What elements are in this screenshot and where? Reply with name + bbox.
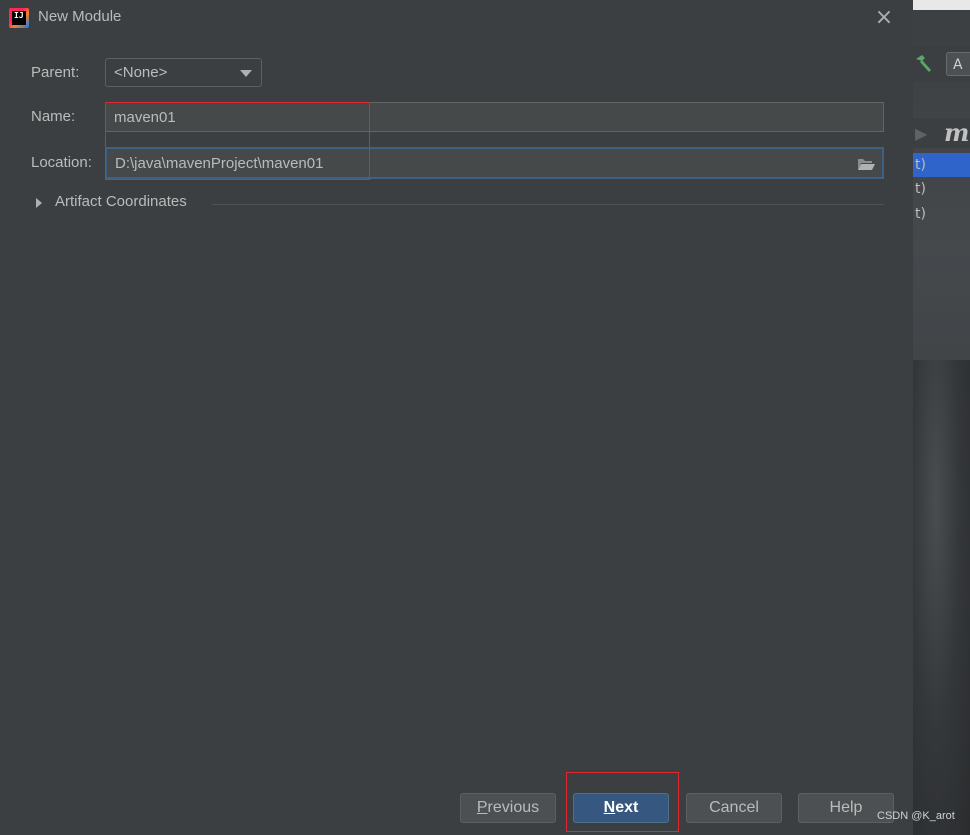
background-tree-row: t) <box>915 206 926 222</box>
background-tree-row: t) <box>913 153 970 177</box>
background-wallpaper <box>913 360 970 835</box>
parent-select-value: <None> <box>114 64 168 81</box>
background-ide-window: A ▶ m t) t) t) <box>913 0 970 835</box>
location-label: Location: <box>31 154 92 171</box>
next-label-rest: ext <box>615 799 639 816</box>
chevron-down-icon <box>240 70 252 77</box>
name-input[interactable] <box>105 102 884 132</box>
artifact-coordinates-section[interactable]: Artifact Coordinates <box>33 193 884 215</box>
previous-mnemonic: P <box>476 799 488 816</box>
artifact-coordinates-label[interactable]: Artifact Coordinates <box>55 193 187 210</box>
triangle-right-icon[interactable] <box>36 198 42 208</box>
parent-select[interactable]: <None> <box>105 58 262 87</box>
maven-icon: m <box>944 118 970 147</box>
background-tree-row: t) <box>915 181 926 197</box>
previous-button[interactable]: Previous <box>460 793 556 823</box>
dialog-title: New Module <box>38 8 122 25</box>
intellij-idea-icon: IJ <box>9 8 29 28</box>
new-module-dialog: IJ New Module × Parent: <None> Name: Loc… <box>0 0 913 835</box>
folder-open-icon[interactable] <box>857 156 875 170</box>
next-button[interactable]: Next <box>573 793 669 823</box>
name-label: Name: <box>31 108 76 125</box>
section-divider <box>212 204 884 205</box>
run-icon: ▶ <box>915 124 928 143</box>
previous-label-rest: revious <box>487 799 540 816</box>
close-icon[interactable]: × <box>872 6 896 30</box>
background-title-strip <box>913 0 970 10</box>
cancel-button[interactable]: Cancel <box>686 793 782 823</box>
parent-label: Parent: <box>31 64 80 81</box>
next-mnemonic: N <box>603 799 616 816</box>
location-input[interactable] <box>105 147 884 179</box>
watermark: CSDN @K_arot <box>877 810 955 822</box>
background-add-configuration-button: A <box>946 52 970 76</box>
build-hammer-icon <box>913 52 935 74</box>
